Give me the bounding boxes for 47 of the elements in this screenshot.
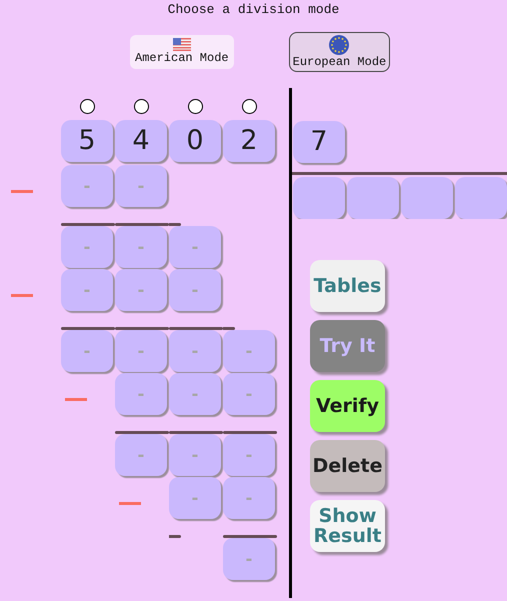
radio-button[interactable] bbox=[80, 98, 94, 114]
heading: Choose a division mode bbox=[168, 1, 340, 19]
digit-input[interactable]: - bbox=[223, 477, 275, 519]
digit-input[interactable]: - bbox=[223, 330, 275, 372]
digit-input[interactable]: - bbox=[169, 330, 221, 372]
digit-input[interactable]: - bbox=[61, 226, 113, 268]
digit-input[interactable]: - bbox=[169, 477, 221, 519]
digit-tile[interactable]: 0 bbox=[169, 120, 221, 162]
digit-tile[interactable]: 2 bbox=[223, 120, 275, 162]
divisor-tile[interactable]: 7 bbox=[293, 121, 345, 163]
action-button[interactable]: Tables bbox=[310, 260, 385, 312]
digit-input[interactable]: - bbox=[115, 226, 167, 268]
digit-input[interactable]: - bbox=[115, 434, 167, 476]
digit-input[interactable]: - bbox=[115, 330, 167, 372]
quotient-input[interactable] bbox=[401, 177, 453, 219]
digit-tile[interactable]: 4 bbox=[115, 120, 167, 162]
quotient-input[interactable] bbox=[347, 177, 399, 219]
mode-button[interactable]: European Mode bbox=[288, 32, 390, 72]
flag-icon bbox=[172, 38, 191, 51]
digit-input[interactable]: - bbox=[169, 434, 221, 476]
digit-input[interactable]: - bbox=[61, 330, 113, 372]
digit-input[interactable]: - bbox=[223, 434, 275, 476]
digit-input[interactable]: - bbox=[169, 373, 221, 415]
digit-input[interactable]: - bbox=[61, 269, 113, 311]
digit-tile[interactable]: 5 bbox=[61, 120, 113, 162]
digit-input[interactable]: - bbox=[115, 373, 167, 415]
radio-button[interactable] bbox=[242, 98, 256, 114]
action-button[interactable]: Show Result bbox=[310, 500, 385, 552]
radio-button[interactable] bbox=[134, 98, 148, 114]
quotient-input[interactable] bbox=[455, 177, 507, 219]
digit-input[interactable]: - bbox=[223, 538, 275, 580]
digit-input[interactable]: - bbox=[169, 269, 221, 311]
digit-input[interactable]: - bbox=[115, 165, 167, 207]
action-button[interactable]: Verify bbox=[310, 380, 385, 432]
minus-icon bbox=[11, 294, 33, 297]
digit-input[interactable]: - bbox=[169, 226, 221, 268]
digit-input[interactable]: - bbox=[61, 165, 113, 207]
action-button[interactable]: Delete bbox=[310, 440, 385, 492]
minus-icon bbox=[119, 502, 141, 505]
minus-icon bbox=[11, 190, 33, 193]
quotient-input[interactable] bbox=[293, 177, 345, 219]
digit-input[interactable]: - bbox=[115, 269, 167, 311]
minus-icon bbox=[65, 398, 87, 401]
mode-button[interactable]: American Mode bbox=[130, 35, 234, 69]
flag-icon bbox=[329, 35, 350, 55]
digit-input[interactable]: - bbox=[223, 373, 275, 415]
radio-button[interactable] bbox=[188, 98, 202, 114]
